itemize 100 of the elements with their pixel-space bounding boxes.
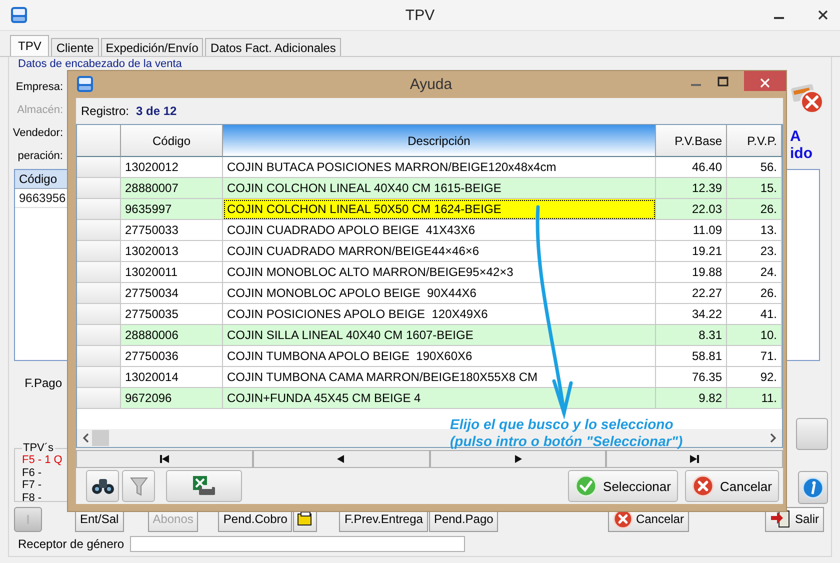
spreadsheet-printer-icon [191, 475, 217, 497]
field-label: Almacén: [17, 104, 64, 116]
last-icon [690, 454, 700, 464]
table-cell: 13020011 [121, 262, 223, 283]
funnel-icon [130, 475, 148, 497]
tab[interactable]: Cliente [51, 38, 99, 56]
logo-icon [10, 6, 28, 24]
table-row[interactable]: 27750033 COJIN CUADRADO APOLO BEIGE 41X43X6 11.09 13. [77, 220, 782, 241]
export-button[interactable] [166, 470, 242, 502]
info-icon [802, 476, 824, 498]
section-title: Datos de encabezado de la venta [17, 58, 182, 71]
column-header[interactable]: Código [121, 125, 223, 157]
table-cell: 71. [727, 346, 782, 367]
column-header[interactable]: P.V.P. [727, 125, 782, 157]
row-header[interactable] [77, 199, 121, 220]
partial-label: ido [789, 145, 812, 162]
corner-header [77, 125, 121, 157]
row-header[interactable] [77, 388, 121, 409]
binoculars-icon [90, 477, 114, 495]
dialog-title: Ayuda [410, 76, 452, 93]
table-cell: 27750034 [121, 283, 223, 304]
table-cell: 19.21 [656, 241, 727, 262]
close-button[interactable] [744, 71, 786, 91]
table-cell: 9672096 [121, 388, 223, 409]
column-header[interactable]: P.V.Base [656, 125, 727, 157]
table-row[interactable]: 28880006 COJIN SILLA LINEAL 40X40 CM 1607-BEIGE 8.31 10. [77, 325, 782, 346]
row-header[interactable] [77, 178, 121, 199]
row-header[interactable] [77, 367, 121, 388]
first-icon [159, 454, 170, 464]
table-cell: 8.31 [656, 325, 727, 346]
table-row[interactable]: 13020011 COJIN MONOBLOC ALTO MARRON/BEIGE95×42×3 19.88 24. [77, 262, 782, 283]
column-header[interactable]: Descripción [223, 125, 656, 157]
table-cell: COJIN COLCHON LINEAL 50X50 CM 1624-BEIGE [223, 199, 656, 220]
table-cell: COJIN SILLA LINEAL 40X40 CM 1607-BEIGE [223, 325, 656, 346]
row-header[interactable] [77, 262, 121, 283]
shortcut-label: F5 - 1 Q [22, 454, 62, 466]
annotation-text: (pulso intro o botón "Seleccionar") [450, 433, 683, 450]
table-cell: 19.88 [656, 262, 727, 283]
field-label: F.Pago [24, 376, 63, 390]
input-field[interactable] [130, 536, 466, 552]
table-cell: 27750036 [121, 346, 223, 367]
blank-button[interactable] [14, 506, 42, 532]
table-cell: 11. [727, 388, 782, 409]
exit-button[interactable]: Salir [764, 506, 824, 532]
table-cell: COJIN CUADRADO APOLO BEIGE 41X43X6 [223, 220, 656, 241]
field-label: Empresa: [16, 81, 64, 93]
cancel-icon [791, 81, 825, 115]
shortcut-label: F6 - [22, 466, 42, 479]
row-header[interactable] [77, 325, 121, 346]
tab[interactable]: Datos Fact. Adicionales [205, 38, 341, 56]
row-header[interactable] [77, 283, 121, 304]
scrollbar-thumb[interactable] [92, 430, 109, 446]
tab[interactable]: Expedición/Envío [100, 38, 204, 56]
table-row[interactable]: 9635997 COJIN COLCHON LINEAL 50X50 CM 1624-BEIGE 22.03 26. [77, 199, 782, 220]
row-header[interactable] [77, 220, 121, 241]
table-cell: COJIN MONOBLOC APOLO BEIGE 90X44X6 [223, 283, 656, 304]
scroll-right-icon[interactable] [768, 433, 778, 443]
window-title: TPV [405, 6, 435, 24]
row-header[interactable] [77, 346, 121, 367]
previous-record-button[interactable] [252, 450, 430, 468]
table-cell: 24. [727, 262, 782, 283]
table-row[interactable]: 27750034 COJIN MONOBLOC APOLO BEIGE 90X44X6 22.27 26. [77, 283, 782, 304]
table-row[interactable]: 28880007 COJIN COLCHON LINEAL 40X40 CM 1615-BEIGE 12.39 15. [77, 178, 782, 199]
folder-icon [296, 511, 314, 527]
record-label: Registro: [81, 104, 130, 118]
tab[interactable]: TPV [10, 35, 50, 56]
scroll-left-icon[interactable] [81, 433, 91, 443]
group-title: TPV´s [22, 442, 55, 454]
table-row[interactable]: 13020013 COJIN CUADRADO MARRON/BEIGE44×46×6 19.21 23. [77, 241, 782, 262]
next-record-button[interactable] [430, 450, 606, 468]
maximize-icon[interactable] [716, 75, 730, 89]
cancel-button[interactable]: Cancelar [684, 470, 779, 502]
table-cell: COJIN CUADRADO MARRON/BEIGE44×46×6 [223, 241, 656, 262]
row-header[interactable] [77, 241, 121, 262]
table-row[interactable]: 9672096 COJIN+FUNDA 45X45 CM BEIGE 4 9.82 11. [77, 388, 782, 409]
select-button[interactable]: Seleccionar [568, 470, 678, 502]
info-button[interactable] [798, 471, 828, 504]
search-button[interactable] [86, 470, 119, 502]
row-header[interactable] [77, 157, 121, 178]
table-row[interactable]: 27750036 COJIN TUMBONA APOLO BEIGE 190X60X6 58.81 71. [77, 346, 782, 367]
field-label: Receptor de género [17, 537, 124, 551]
cancel-icon [692, 475, 714, 497]
shortcut-label: F8 - [22, 492, 42, 504]
toolbar-button[interactable] [796, 418, 828, 450]
table-cell: 13. [727, 220, 782, 241]
field-label: Vendedor: [12, 127, 64, 139]
record-count: 3 de 12 [136, 104, 177, 118]
last-record-button[interactable] [606, 450, 783, 468]
annotation-text: Elijo el que busco y lo selecciono [450, 416, 674, 433]
table-cell: COJIN+FUNDA 45X45 CM BEIGE 4 [223, 388, 656, 409]
close-icon [758, 76, 772, 90]
table-cell: 26. [727, 199, 782, 220]
row-header[interactable] [77, 304, 121, 325]
table-cell: COJIN MONOBLOC ALTO MARRON/BEIGE95×42×3 [223, 262, 656, 283]
next-icon [512, 454, 523, 464]
shortcut-label: F7 - [22, 479, 42, 492]
table-cell: 28880006 [121, 325, 223, 346]
close-icon[interactable] [816, 8, 830, 22]
field-label: peración: [18, 150, 64, 162]
partial-label: A [789, 128, 801, 145]
